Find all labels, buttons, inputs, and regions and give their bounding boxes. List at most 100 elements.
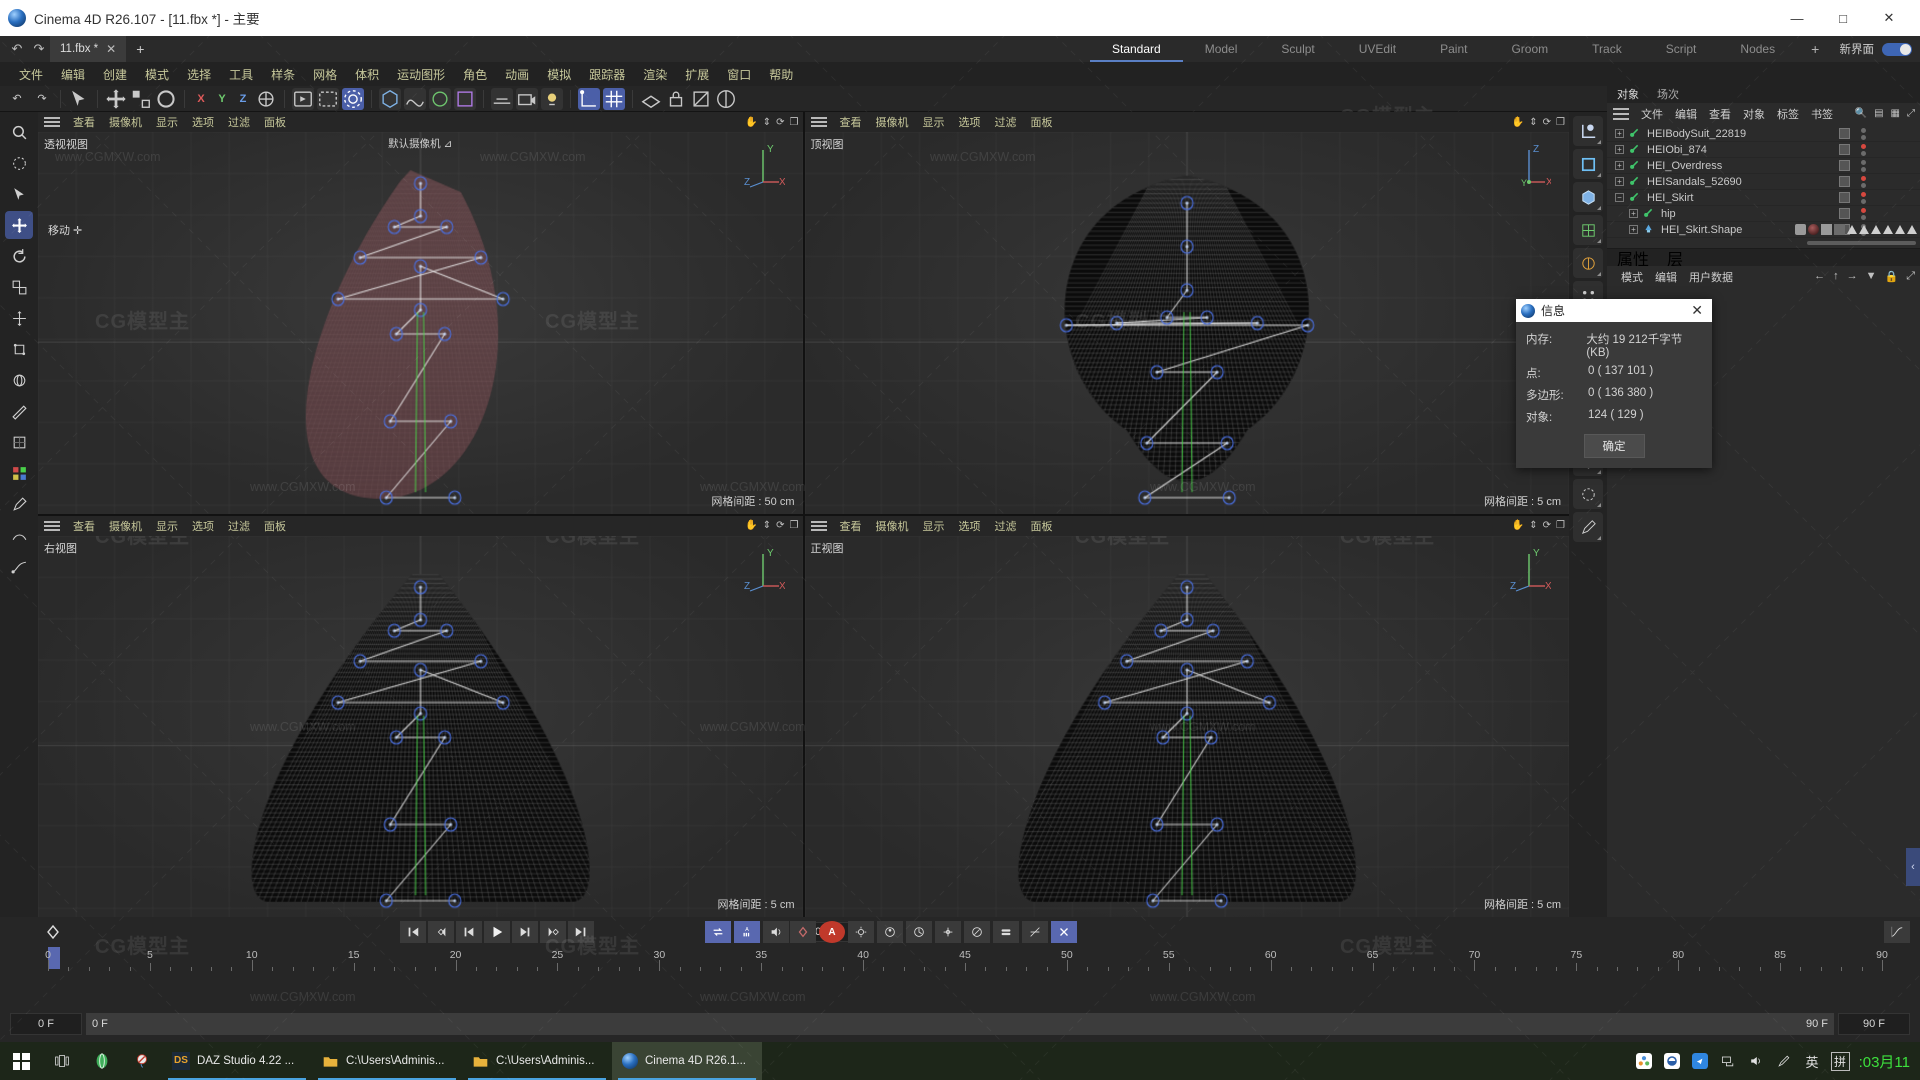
object-visibility-dots[interactable]: [1861, 143, 1866, 156]
popup-icon[interactable]: ⤢: [1906, 270, 1915, 283]
scale-tool-icon[interactable]: [130, 88, 152, 110]
add-layout-tab-icon[interactable]: +: [1797, 36, 1833, 62]
taskbar-app[interactable]: C:\Users\Adminis...: [462, 1042, 612, 1080]
object-menu-查看[interactable]: 查看: [1703, 106, 1737, 122]
tab-groom[interactable]: Groom: [1489, 36, 1570, 62]
tag-triangle-icon[interactable]: [1871, 225, 1881, 234]
transform-icon[interactable]: [5, 335, 33, 363]
viewport-menu-显示[interactable]: 显示: [149, 114, 185, 130]
object-manager-tab-场次[interactable]: 场次: [1657, 86, 1679, 102]
up-arrow-icon[interactable]: ↑: [1833, 270, 1839, 283]
viewport-menu-显示[interactable]: 显示: [916, 114, 952, 130]
ortho-icon[interactable]: [715, 88, 737, 110]
tab-script[interactable]: Script: [1644, 36, 1719, 62]
viewport-menu-摄像机[interactable]: 摄像机: [102, 518, 149, 534]
rotation-key-icon[interactable]: [906, 921, 932, 943]
info-dialog-close-icon[interactable]: ✕: [1687, 302, 1707, 319]
hamburger-icon[interactable]: [1613, 107, 1629, 120]
sculpt-icon[interactable]: [5, 521, 33, 549]
tab-model[interactable]: Model: [1183, 36, 1260, 62]
viewport-menu-查看[interactable]: 查看: [66, 114, 102, 130]
tag-triangle-icon[interactable]: [1859, 225, 1869, 234]
maximize-viewport-icon[interactable]: ❐: [790, 520, 799, 531]
editor-visibility-dot[interactable]: [1861, 127, 1866, 133]
object-visibility-checkbox[interactable]: [1839, 192, 1850, 203]
volume-icon[interactable]: [1747, 1052, 1766, 1071]
uv-tag-icon[interactable]: [1821, 224, 1832, 235]
object-visibility-checkbox[interactable]: [1839, 160, 1850, 171]
object-menu-对象[interactable]: 对象: [1737, 106, 1771, 122]
viewport-1[interactable]: 查看 摄像机 显示 选项 过滤 面板 ✋ ⇕ ⟳ ❐ 顶视图 网格间距 : 5 cm Z X Y: [804, 112, 1569, 514]
expand-toggle[interactable]: +: [1615, 145, 1624, 154]
undo-tool-icon[interactable]: ↶: [6, 88, 28, 110]
object-visibility-dots[interactable]: [1861, 207, 1866, 220]
share-icon[interactable]: [1635, 1052, 1654, 1071]
object-row[interactable]: + HEIBodySuit_22819: [1607, 126, 1920, 142]
timeline-range[interactable]: 0 F 90 F: [86, 1013, 1834, 1035]
axis-y-lock[interactable]: Y: [213, 88, 231, 110]
render-visibility-dot[interactable]: [1861, 166, 1866, 172]
paint-icon[interactable]: [5, 490, 33, 518]
expand-toggle[interactable]: +: [1615, 177, 1624, 186]
viewport-menu-摄像机[interactable]: 摄像机: [102, 114, 149, 130]
undo-icon[interactable]: ↶: [6, 38, 28, 60]
animation-layer-icon[interactable]: [1022, 921, 1048, 943]
viewport-canvas-0[interactable]: [38, 132, 803, 514]
pla-key-icon[interactable]: [993, 921, 1019, 943]
object-row[interactable]: + HEISandals_52690: [1607, 174, 1920, 190]
viewport-menu-查看[interactable]: 查看: [833, 518, 869, 534]
render-visibility-dot[interactable]: [1861, 150, 1866, 156]
viewport-menu-摄像机[interactable]: 摄像机: [869, 518, 916, 534]
previous-frame-button[interactable]: [456, 921, 482, 943]
menu-item-渲染[interactable]: 渲染: [634, 66, 676, 83]
expand-toggle[interactable]: −: [1615, 193, 1624, 202]
plane-tool-icon[interactable]: [690, 88, 712, 110]
viewport-menu-过滤[interactable]: 过滤: [988, 518, 1024, 534]
menu-item-帮助[interactable]: 帮助: [760, 66, 802, 83]
disable-keys-icon[interactable]: [1051, 921, 1077, 943]
expand-toggle[interactable]: +: [1615, 161, 1624, 170]
next-frame-button[interactable]: [512, 921, 538, 943]
viewport-menu-过滤[interactable]: 过滤: [221, 114, 257, 130]
menu-item-编辑[interactable]: 编辑: [52, 66, 94, 83]
object-list-scrollbar[interactable]: [1607, 238, 1920, 248]
search-icon[interactable]: 🔍: [1855, 108, 1867, 119]
light-icon[interactable]: [541, 87, 563, 110]
expand-icon[interactable]: ⤢: [1907, 108, 1915, 119]
axis-z-lock[interactable]: Z: [234, 88, 252, 110]
lock-tag-icon[interactable]: [1795, 224, 1806, 235]
object-tags[interactable]: [1795, 224, 1917, 235]
autokey-icon[interactable]: A: [734, 921, 760, 943]
render-visibility-dot[interactable]: [1861, 214, 1866, 220]
material-tag-icon[interactable]: [1808, 224, 1819, 235]
texture-mode-icon[interactable]: [1573, 215, 1603, 245]
rotate-tool-left-icon[interactable]: [5, 242, 33, 270]
magnifier-icon[interactable]: [5, 118, 33, 146]
pan-hand-icon[interactable]: ✋: [1512, 117, 1524, 128]
viewport-menu-显示[interactable]: 显示: [916, 518, 952, 534]
minimize-button[interactable]: —: [1774, 0, 1820, 36]
workplane-icon[interactable]: [640, 88, 662, 110]
timeline-end-field[interactable]: 90 F: [1838, 1013, 1910, 1035]
attribute-menu-模式[interactable]: 模式: [1615, 269, 1649, 285]
menu-item-选择[interactable]: 选择: [178, 66, 220, 83]
cloud-icon[interactable]: [1663, 1052, 1682, 1071]
snap-icon[interactable]: [578, 87, 600, 110]
tab-sculpt[interactable]: Sculpt: [1259, 36, 1336, 62]
viewport-menu-面板[interactable]: 面板: [257, 518, 293, 534]
quantize-icon[interactable]: [1573, 479, 1603, 509]
zoom-axis-icon[interactable]: ⇕: [763, 117, 771, 128]
polygon-mode-icon[interactable]: [1573, 149, 1603, 179]
viewport-hamburger-icon[interactable]: [810, 519, 827, 533]
camera-icon[interactable]: [516, 87, 538, 110]
spline-pen-icon[interactable]: [5, 552, 33, 580]
menu-item-创建[interactable]: 创建: [94, 66, 136, 83]
world-coords-icon[interactable]: [5, 366, 33, 394]
ime-mode[interactable]: 拼: [1830, 1051, 1850, 1071]
maximize-button[interactable]: □: [1820, 0, 1866, 36]
object-menu-书签[interactable]: 书签: [1805, 106, 1839, 122]
viewport-menu-选项[interactable]: 选项: [185, 114, 221, 130]
select-modes-icon[interactable]: [5, 180, 33, 208]
zoom-axis-icon[interactable]: ⇕: [763, 520, 771, 531]
render-visibility-dot[interactable]: [1861, 198, 1866, 204]
